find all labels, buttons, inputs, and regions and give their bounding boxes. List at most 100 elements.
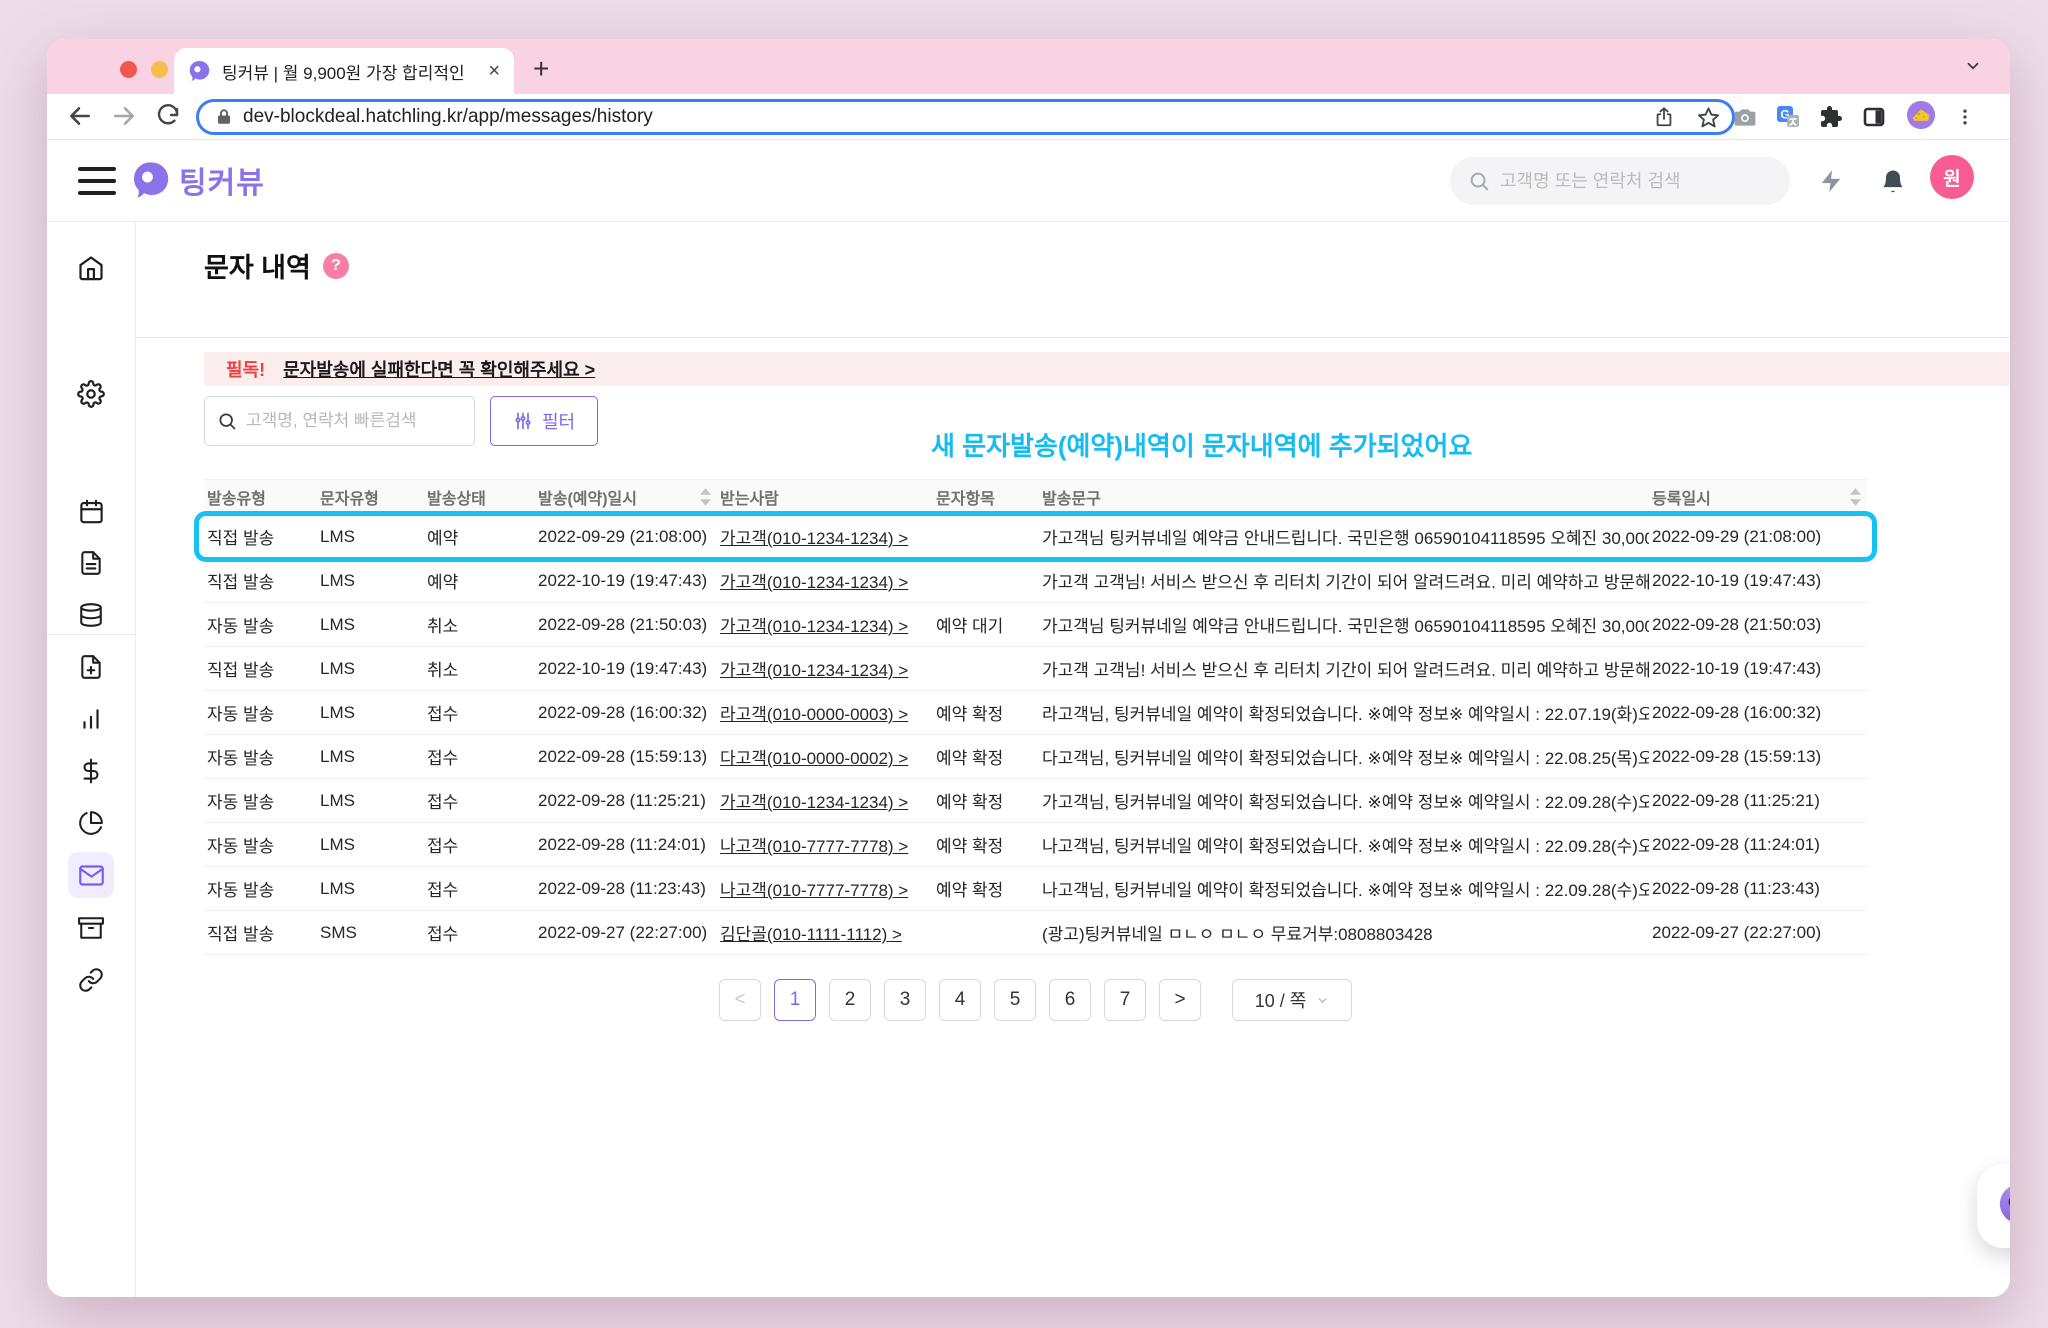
cell-send-at: 2022-10-19 (19:47:43) <box>538 570 708 590</box>
sort-icon[interactable] <box>1850 488 1861 506</box>
table-row[interactable]: 자동 발송 LMS 접수 2022-09-28 (11:24:01) 나고객(0… <box>204 823 1867 867</box>
close-window-button[interactable] <box>120 61 137 78</box>
table-row[interactable]: 직접 발송 LMS 예약 2022-10-19 (19:47:43) 가고객(0… <box>204 559 1867 603</box>
sidebar-item-home[interactable] <box>68 245 114 291</box>
share-icon[interactable] <box>1653 106 1675 128</box>
translate-icon[interactable]: G <box>1773 102 1803 132</box>
back-button[interactable] <box>63 99 97 133</box>
sidebar-item-calendar[interactable] <box>68 488 114 534</box>
sidebar-item-links[interactable] <box>68 957 114 1003</box>
sidebar-item-reports[interactable] <box>68 800 114 846</box>
settings-icon <box>77 380 105 408</box>
recipient-link[interactable]: 다고객(010-0000-0002) > <box>720 749 908 768</box>
pagination-page-button[interactable]: 3 <box>884 979 926 1021</box>
cell-status: 접수 <box>427 837 459 856</box>
browser-menu-icon[interactable] <box>1950 102 1980 132</box>
column-header-sortable[interactable]: 발송(예약)일시 <box>535 485 717 509</box>
mail-icon <box>78 864 104 886</box>
cell-message: 가고객 고객님! 서비스 받으신 후 리터치 기간이 되어 알려드려요. 미리 … <box>1042 661 1649 680</box>
sidebar-item-sales[interactable] <box>68 748 114 794</box>
recipient-link[interactable]: 나고객(010-7777-7778) > <box>720 881 908 900</box>
tab-strip: 팅커뷰 | 월 9,900원 가장 합리적인 × + <box>47 39 2010 94</box>
sidebar-item-messages[interactable] <box>68 852 114 898</box>
tab-close-icon[interactable]: × <box>486 60 502 83</box>
page-size-select[interactable]: 10 / 쪽 <box>1232 979 1352 1021</box>
sidebar-item-new-document[interactable] <box>68 644 114 690</box>
user-avatar[interactable]: 원 <box>1930 155 1974 199</box>
sidebar-item-settings[interactable] <box>68 371 114 417</box>
pagination-page-button[interactable]: 7 <box>1104 979 1146 1021</box>
pagination-page-button[interactable]: 5 <box>994 979 1036 1021</box>
cell-message: 가고객님, 팅커뷰네일 예약이 확정되었습니다. ※예약 정보※ 예약일시 : … <box>1042 793 1649 812</box>
extensions-puzzle-icon[interactable] <box>1816 102 1846 132</box>
cell-status: 접수 <box>427 881 459 900</box>
quick-search[interactable] <box>204 396 475 446</box>
table-header: 발송유형 문자유형 발송상태 발송(예약)일시 받는사람 문자항목 발송문구 등… <box>204 479 1867 515</box>
pagination-prev-button[interactable]: < <box>719 979 761 1021</box>
sidebar-item-documents[interactable] <box>68 540 114 586</box>
app-logo[interactable]: 팅커뷰 <box>131 158 265 202</box>
recipient-link[interactable]: 라고객(010-0000-0003) > <box>720 705 908 724</box>
sort-icon[interactable] <box>700 488 711 506</box>
sidebar-item-database[interactable] <box>68 592 114 638</box>
recipient-link[interactable]: 가고객(010-1234-1234) > <box>720 617 908 636</box>
table-row[interactable]: 직접 발송 LMS 취소 2022-10-19 (19:47:43) 가고객(0… <box>204 647 1867 691</box>
quick-search-input[interactable] <box>246 411 462 431</box>
column-header-sortable[interactable]: 등록일시 <box>1649 485 1867 509</box>
cell-recipient: 김단골(010-1111-1112) > <box>717 920 933 945</box>
tab-search-chevron-icon[interactable] <box>1964 57 1982 75</box>
profile-avatar[interactable] <box>1906 100 1936 130</box>
recipient-link[interactable]: 김단골(010-1111-1112) > <box>720 925 902 944</box>
reload-button[interactable] <box>151 99 185 133</box>
recipient-link[interactable]: 가고객(010-1234-1234) > <box>720 529 908 548</box>
sidebar <box>47 222 136 1297</box>
bookmark-star-icon[interactable] <box>1697 106 1720 129</box>
pagination-page-button[interactable]: 2 <box>829 979 871 1021</box>
table-row[interactable]: 자동 발송 LMS 취소 2022-09-28 (21:50:03) 가고객(0… <box>204 603 1867 647</box>
cell-send-at: 2022-09-29 (21:08:00) <box>538 526 708 546</box>
camera-icon[interactable] <box>1730 102 1760 132</box>
notice-link[interactable]: 문자발송에 실패한다면 꼭 확인해주세요 > <box>283 356 595 382</box>
recipient-link[interactable]: 나고객(010-7777-7778) > <box>720 837 908 856</box>
app-logo-text: 팅커뷰 <box>179 167 265 200</box>
notification-bell-icon[interactable] <box>1876 164 1910 198</box>
cell-message: 가고객님 팅커뷰네일 예약금 안내드립니다. 국민은행 065901041185… <box>1042 617 1649 636</box>
lightning-icon[interactable] <box>1814 164 1848 198</box>
cell-recipient: 다고객(010-0000-0002) > <box>717 744 933 769</box>
global-search-input[interactable] <box>1500 170 1772 192</box>
cell-message: (광고)팅커뷰네일 ㅁㄴㅇ ㅁㄴㅇ 무료거부:0808803428 <box>1042 925 1433 944</box>
cell-msg-type: LMS <box>320 878 355 898</box>
cell-category: 예약 확정 <box>936 749 1004 768</box>
help-icon[interactable]: ? <box>322 252 349 279</box>
url-bar[interactable]: dev-blockdeal.hatchling.kr/app/messages/… <box>196 99 1735 135</box>
browser-tab[interactable]: 팅커뷰 | 월 9,900원 가장 합리적인 × <box>174 48 514 94</box>
sidebar-item-statistics[interactable] <box>68 696 114 742</box>
table-row[interactable]: 자동 발송 LMS 접수 2022-09-28 (16:00:32) 라고객(0… <box>204 691 1867 735</box>
page-size-value: 10 / 쪽 <box>1254 991 1307 1011</box>
recipient-link[interactable]: 가고객(010-1234-1234) > <box>720 573 908 592</box>
hamburger-menu-icon[interactable] <box>78 167 116 195</box>
new-tab-button[interactable]: + <box>533 53 549 85</box>
sidebar-item-archive[interactable] <box>68 905 114 951</box>
recipient-link[interactable]: 가고객(010-1234-1234) > <box>720 661 908 680</box>
table-row[interactable]: 자동 발송 LMS 접수 2022-09-28 (15:59:13) 다고객(0… <box>204 735 1867 779</box>
pagination-page-button[interactable]: 1 <box>774 979 816 1021</box>
pagination-next-button[interactable]: > <box>1159 979 1201 1021</box>
side-panel-icon[interactable] <box>1859 102 1889 132</box>
database-icon <box>80 603 102 627</box>
filter-button[interactable]: 필터 <box>490 396 598 446</box>
cell-category: 예약 확정 <box>936 837 1004 856</box>
cell-send-at: 2022-09-27 (22:27:00) <box>538 922 708 942</box>
table-row[interactable]: 자동 발송 LMS 접수 2022-09-28 (11:25:21) 가고객(0… <box>204 779 1867 823</box>
table-row[interactable]: 자동 발송 LMS 접수 2022-09-28 (11:23:43) 나고객(0… <box>204 867 1867 911</box>
table-row[interactable]: 직접 발송 SMS 접수 2022-09-27 (22:27:00) 김단골(0… <box>204 911 1867 955</box>
recipient-link[interactable]: 가고객(010-1234-1234) > <box>720 793 908 812</box>
minimize-window-button[interactable] <box>151 61 168 78</box>
pagination-page-button[interactable]: 6 <box>1049 979 1091 1021</box>
table-row[interactable]: 직접 발송 LMS 예약 2022-09-29 (21:08:00) 가고객(0… <box>194 511 1877 562</box>
cell-recipient: 가고객(010-1234-1234) > <box>717 656 933 681</box>
forward-button[interactable] <box>107 99 141 133</box>
global-search[interactable] <box>1450 157 1790 205</box>
chat-launcher-button[interactable] <box>1977 1164 2010 1248</box>
pagination-page-button[interactable]: 4 <box>939 979 981 1021</box>
